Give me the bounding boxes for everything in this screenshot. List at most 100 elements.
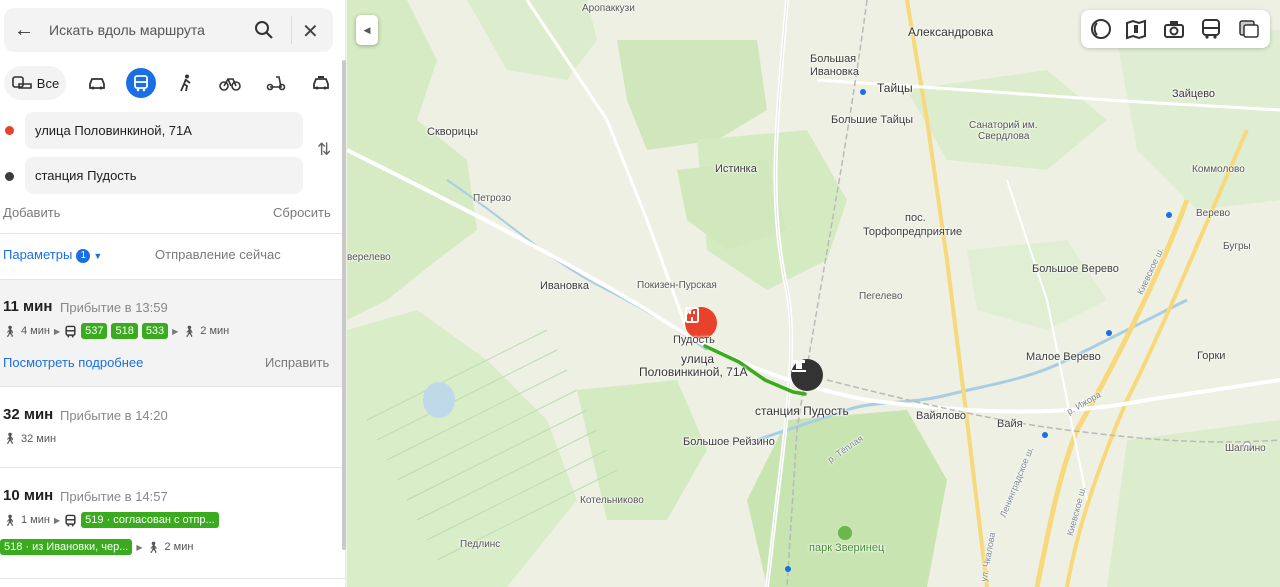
map-label: верелево: [347, 252, 391, 263]
traffic-icon[interactable]: [1124, 18, 1148, 40]
map-label: Половинкиной, 71А: [639, 365, 748, 379]
map-label: Малое Верево: [1026, 351, 1101, 363]
chevron-down-icon: ▼: [93, 251, 103, 261]
mode-all-label: Все: [36, 75, 60, 91]
divider: [291, 16, 292, 44]
collapse-panel-button[interactable]: ◀: [356, 15, 378, 45]
panorama-icon[interactable]: [1089, 18, 1113, 40]
route-duration: 32 мин: [3, 406, 54, 423]
bus-icon: [134, 75, 148, 92]
divider: [0, 578, 345, 579]
map-canvas[interactable]: Аропаккузи Александровка Большая Ивановк…: [347, 0, 1280, 587]
destination-field[interactable]: станция Пудость: [25, 157, 303, 194]
map-label: Зайцево: [1172, 88, 1216, 100]
map-label: Вайялово: [916, 410, 967, 422]
route-legs: 518 · из Ивановки, чер... ▶ 🚶︎ 2 мин: [0, 539, 194, 555]
map-label: Ивановка: [810, 66, 859, 78]
route-legs: 🚶︎ 32 мин: [3, 432, 56, 446]
view-details-link[interactable]: Посмотреть подробнее: [3, 355, 143, 370]
map-label: Санаторий им.: [969, 120, 1038, 131]
layers-icon[interactable]: [1237, 18, 1261, 40]
walk-duration: 1 мин: [20, 514, 50, 526]
route-duration: 11 мин: [3, 298, 53, 315]
chevron-right-icon: ▶: [172, 326, 179, 336]
walk-duration: 2 мин: [164, 541, 194, 553]
map-label: Александровка: [908, 25, 994, 39]
map-layers-toolbar: [1081, 10, 1270, 48]
bus-number-badge: 533: [141, 323, 169, 339]
route-arrival: Прибытие в 13:59: [60, 300, 168, 315]
route-arrival: Прибытие в 14:20: [60, 408, 168, 423]
route-panel: ← Искать вдоль маршрута ✕ Все улица Поло…: [0, 0, 345, 587]
car-icon: [89, 78, 105, 90]
route-option-1[interactable]: 11 мин Прибытие в 13:59 🚶︎ 4 мин ▶ 537 51…: [0, 280, 345, 386]
map-label: станция Пудость: [755, 404, 849, 418]
route-duration: 10 мин: [3, 487, 54, 504]
map-label: Истинка: [715, 163, 757, 175]
origin-field[interactable]: улица Половинкиной, 71А: [25, 112, 303, 149]
route-legs: 🚶︎ 4 мин ▶ 537 518 533 ▶ 🚶︎ 2 мин: [3, 323, 229, 339]
map-label: Тайцы: [877, 81, 913, 95]
map-label: Верево: [1196, 208, 1231, 219]
pedestrian-icon: [180, 74, 191, 92]
add-point-button[interactable]: Добавить: [3, 205, 60, 220]
back-arrow-icon[interactable]: ←: [14, 20, 34, 40]
map-label: Шаглино: [1225, 443, 1266, 454]
transport-icon[interactable]: [1199, 18, 1223, 40]
mode-scooter[interactable]: [263, 66, 289, 100]
route-option-3[interactable]: 10 мин Прибытие в 14:57 🚶︎ 1 мин ▶ 519 · …: [0, 468, 345, 578]
map-label: Торфопредприятие: [863, 226, 963, 238]
map-label: Пудость: [673, 334, 715, 346]
bicycle-icon: [219, 78, 241, 91]
mode-car[interactable]: [84, 66, 110, 100]
departure-time-button[interactable]: Отправление сейчас: [155, 247, 281, 262]
map-label: Коммолово: [1192, 164, 1245, 175]
bus-number-badge: 519 · согласован с отпр...: [81, 512, 219, 528]
chevron-right-icon: ▶: [136, 542, 143, 552]
mode-walk[interactable]: [174, 66, 198, 100]
map-label: Ивановка: [540, 280, 589, 292]
map-label: Большое Рейзино: [683, 436, 775, 448]
map-label: пос.: [905, 212, 926, 224]
bus-number-badge: 518: [111, 323, 138, 339]
mode-taxi[interactable]: [308, 66, 334, 100]
route-arrival: Прибытие в 14:57: [60, 489, 168, 504]
reset-button[interactable]: Сбросить: [273, 205, 331, 220]
map-label: парк Зверинец: [809, 542, 885, 554]
parameters-button[interactable]: Параметры 1 ▼: [3, 247, 102, 263]
taxi-icon: [313, 76, 329, 90]
map-label: Вайя: [997, 418, 1023, 430]
transport-mode-selector: Все: [4, 66, 339, 102]
route-legs: 🚶︎ 1 мин ▶ 519 · согласован с отпр...: [3, 512, 219, 528]
close-icon[interactable]: ✕: [302, 19, 319, 44]
parameters-label: Параметры: [3, 247, 73, 262]
destination-dot: [5, 172, 14, 181]
swap-points-icon[interactable]: ⇅: [317, 140, 331, 160]
search-icon[interactable]: [254, 20, 274, 40]
search-input[interactable]: Искать вдоль маршрута: [49, 22, 205, 38]
mode-all[interactable]: Все: [4, 66, 66, 100]
map-label: Педлинс: [460, 539, 501, 550]
map-label: улица: [681, 352, 714, 366]
map-label: Котельниково: [580, 495, 644, 506]
scooter-icon: [266, 76, 286, 91]
chevron-right-icon: ▶: [53, 515, 61, 525]
train-icon: [792, 360, 806, 372]
fix-route-button[interactable]: Исправить: [265, 355, 329, 370]
camera-icon[interactable]: [1162, 18, 1186, 40]
bus-icon: [65, 325, 76, 337]
bus-icon: [65, 514, 76, 526]
pedestrian-icon: 🚶︎: [3, 325, 17, 338]
map-label: Свердлова: [978, 131, 1030, 142]
station-pin[interactable]: [791, 359, 823, 391]
mode-bicycle[interactable]: [217, 66, 243, 100]
panel-scrollbar[interactable]: [342, 60, 346, 550]
route-option-2[interactable]: 32 мин Прибытие в 14:20 🚶︎ 32 мин: [0, 387, 345, 467]
mode-bus[interactable]: [126, 68, 156, 98]
chevron-right-icon: ▶: [53, 326, 61, 336]
walk-duration: 4 мин: [20, 325, 50, 337]
map-label: Пегелево: [859, 291, 903, 302]
map-label: Горки: [1197, 350, 1226, 362]
map-label: Аропаккузи: [582, 3, 635, 14]
map-label: Покизен-Пурская: [637, 280, 717, 291]
